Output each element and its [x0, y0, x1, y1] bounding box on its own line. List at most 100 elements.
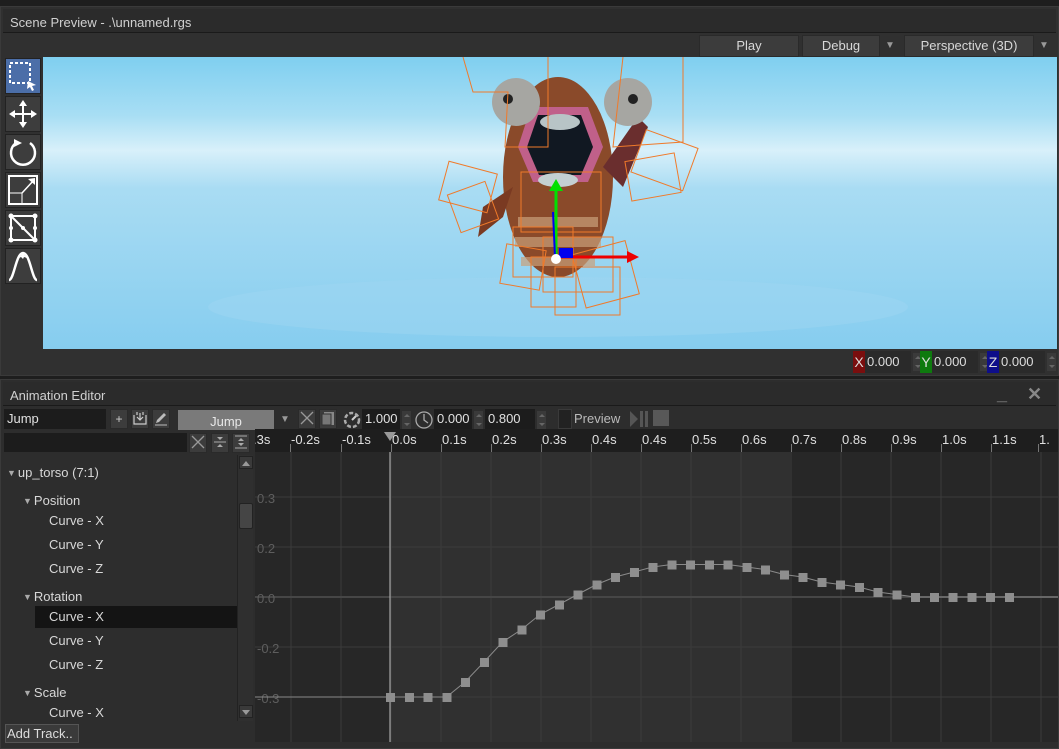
tree-group-item[interactable]: ▼ up_torso (7:1)	[7, 462, 99, 484]
3d-viewport[interactable]	[43, 57, 1057, 349]
keyframe-point[interactable]	[648, 563, 658, 572]
keyframe-point[interactable]	[442, 693, 452, 702]
keyframe-point[interactable]	[555, 600, 564, 610]
tree-curve-item[interactable]: Curve - X	[35, 510, 104, 532]
tree-group-item[interactable]: ▼ Position	[23, 490, 80, 512]
expand-triangle-icon[interactable]: ▼	[23, 490, 32, 512]
speed-spinner[interactable]	[402, 411, 411, 429]
length-input[interactable]: 0.800	[485, 409, 535, 429]
tree-curve-item[interactable]: Curve - X	[35, 702, 104, 724]
keyframe-point[interactable]	[742, 563, 752, 572]
keyframe-point[interactable]	[517, 625, 527, 635]
scroll-thumb[interactable]	[239, 503, 253, 529]
keyframe-point[interactable]	[1005, 593, 1014, 602]
rotate-tool-button[interactable]	[5, 134, 41, 170]
animation-dropdown-arrow-icon[interactable]: ▼	[276, 409, 294, 431]
expand-triangle-icon[interactable]: ▼	[7, 462, 16, 484]
move-tool-button[interactable]	[5, 96, 41, 132]
tree-curve-item[interactable]: Curve - Z	[35, 654, 103, 676]
keyframe-point[interactable]	[798, 573, 808, 582]
x-coord-input[interactable]: 0.000	[865, 351, 911, 373]
current-time-input[interactable]: 0.000	[434, 409, 472, 429]
keyframe-point[interactable]	[892, 590, 902, 600]
current-time-spinner[interactable]	[474, 411, 483, 429]
keyframe-point[interactable]	[780, 570, 789, 580]
scroll-down-icon[interactable]	[239, 705, 253, 718]
add-track-button[interactable]: Add Track..	[5, 724, 79, 743]
keyframe-point[interactable]	[855, 583, 864, 592]
debug-dropdown-arrow-icon[interactable]: ▼	[881, 35, 899, 57]
tree-group-item[interactable]: ▼ Rotation	[23, 586, 82, 608]
keyframe-point[interactable]	[930, 593, 939, 602]
delete-animation-button[interactable]	[298, 409, 316, 429]
keyframe-point[interactable]	[423, 693, 433, 702]
perspective-dropdown-arrow-icon[interactable]: ▼	[1035, 35, 1053, 57]
keyframe-point[interactable]	[761, 565, 770, 575]
length-spinner[interactable]	[537, 411, 546, 429]
rect-transform-icon	[8, 213, 38, 243]
expand-triangle-icon[interactable]: ▼	[23, 586, 32, 608]
z-coord-input[interactable]: 0.000	[999, 351, 1045, 373]
keyframe-point[interactable]	[723, 560, 733, 570]
keyframe-point[interactable]	[480, 658, 489, 667]
stop-icon[interactable]	[653, 410, 669, 426]
ruler-tick-label: 1.0s	[942, 432, 967, 447]
scale-tool-button[interactable]	[5, 172, 41, 208]
keyframe-point[interactable]	[630, 568, 639, 577]
perspective-dropdown[interactable]: Perspective (3D)	[904, 35, 1034, 57]
play-button[interactable]: Play	[699, 35, 799, 57]
track-filter-input[interactable]	[4, 433, 187, 452]
expand-icon	[235, 435, 247, 449]
expand-triangle-icon[interactable]: ▼	[23, 682, 32, 704]
tree-curve-item[interactable]: Curve - Y	[35, 630, 104, 652]
keyframe-point[interactable]	[873, 588, 883, 597]
playhead-marker-icon[interactable]	[384, 432, 396, 441]
add-animation-button[interactable]: +	[110, 409, 128, 429]
keyframe-point[interactable]	[686, 560, 695, 570]
preview-checkbox[interactable]	[558, 409, 572, 429]
keyframe-point[interactable]	[667, 560, 677, 570]
keyframe-point[interactable]	[405, 693, 414, 702]
keyframe-point[interactable]	[967, 593, 977, 602]
ruler-tick-label: 0.4s	[642, 432, 667, 447]
keyframe-point[interactable]	[611, 573, 620, 582]
keyframe-point[interactable]	[911, 593, 920, 602]
keyframe-point[interactable]	[461, 678, 470, 687]
import-button[interactable]	[131, 409, 149, 429]
tree-curve-item[interactable]: Curve - X	[35, 606, 239, 628]
clear-filter-button[interactable]	[189, 433, 207, 453]
keyframe-point[interactable]	[817, 578, 827, 587]
debug-button[interactable]: Debug	[802, 35, 880, 57]
keyframe-point[interactable]	[948, 593, 958, 602]
speed-input[interactable]: 1.000	[362, 409, 400, 429]
keyframe-point[interactable]	[705, 560, 714, 570]
close-button[interactable]: ✕	[1027, 384, 1042, 405]
terrain-tool-button[interactable]	[5, 248, 41, 284]
keyframe-point[interactable]	[498, 638, 508, 647]
tree-curve-item[interactable]: Curve - Z	[35, 558, 103, 580]
select-tool-button[interactable]	[5, 58, 41, 94]
expand-all-button[interactable]	[232, 433, 250, 453]
rename-button[interactable]	[152, 409, 170, 429]
keyframe-point[interactable]	[386, 693, 395, 702]
collapse-all-button[interactable]	[211, 433, 229, 453]
copy-animation-button[interactable]	[319, 409, 337, 429]
timeline-ruler[interactable]: .3s-0.2s-0.1s0.0s0.1s0.2s0.3s0.4s0.4s0.5…	[255, 429, 1058, 452]
rect-tool-button[interactable]	[5, 210, 41, 246]
keyframe-point[interactable]	[836, 580, 845, 590]
keyframe-point[interactable]	[536, 610, 545, 620]
track-tree-scrollbar[interactable]	[237, 455, 253, 721]
animation-name-input[interactable]: Jump	[4, 409, 106, 429]
tree-curve-item[interactable]: Curve - Y	[35, 534, 104, 556]
animation-select-dropdown[interactable]: Jump	[178, 410, 274, 430]
curve-graph[interactable]: 0.3 0.2 0.0 -0.2 -0.3	[255, 452, 1058, 742]
minimize-button[interactable]: _	[997, 384, 1007, 405]
scroll-up-icon[interactable]	[239, 456, 253, 469]
keyframe-point[interactable]	[986, 593, 995, 602]
keyframe-point[interactable]	[592, 580, 602, 590]
y-coord-input[interactable]: 0.000	[932, 351, 978, 373]
play-pause-icon[interactable]	[629, 410, 651, 428]
keyframe-point[interactable]	[573, 590, 583, 600]
tree-group-item[interactable]: ▼ Scale	[23, 682, 66, 704]
z-coord-spinner[interactable]	[1047, 353, 1056, 371]
